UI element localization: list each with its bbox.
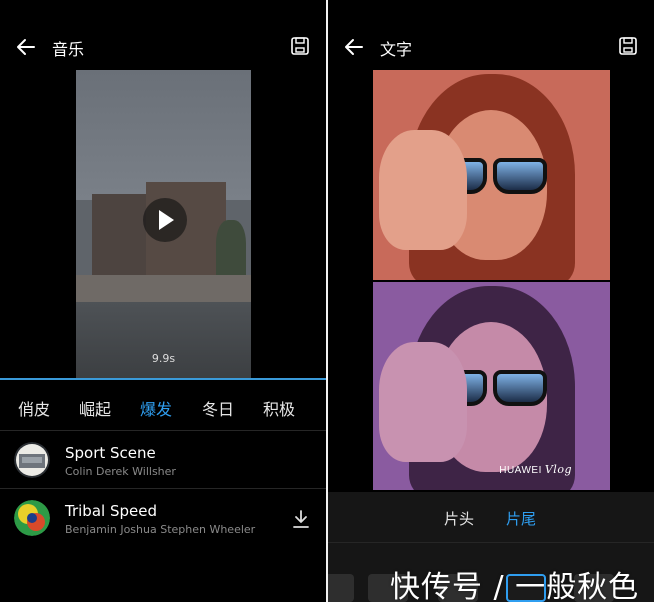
- back-arrow-icon[interactable]: [342, 35, 366, 59]
- track-artist: Colin Derek Willsher: [65, 465, 176, 478]
- track-cover: [14, 500, 50, 536]
- download-icon[interactable]: [290, 508, 312, 530]
- divider: [328, 542, 654, 543]
- photo-sunglasses: [493, 370, 547, 406]
- preview-sky: [76, 70, 251, 200]
- back-arrow-icon[interactable]: [14, 35, 38, 59]
- category-tab[interactable]: 冬日: [202, 396, 234, 420]
- page-title: 音乐: [52, 40, 85, 59]
- category-tab[interactable]: 积极: [263, 396, 295, 420]
- music-header: 音乐: [0, 30, 326, 64]
- save-icon[interactable]: [618, 36, 638, 56]
- track-title: Tribal Speed: [65, 502, 157, 520]
- tab-ending[interactable]: 片尾: [506, 508, 536, 529]
- preview-blur-area: [76, 302, 251, 378]
- source-watermark: 快传号 / 一般秋色: [390, 570, 640, 602]
- tab-opening[interactable]: 片头: [444, 508, 474, 529]
- music-category-tabs: 俏皮 崛起 爆发 冬日 积极: [0, 390, 326, 424]
- page-title: 文字: [380, 40, 413, 59]
- track-cover: [14, 442, 50, 478]
- divider: [0, 430, 326, 431]
- video-preview[interactable]: [76, 70, 251, 378]
- text-screen: 文字 HUAWEI Vlog 片头 片尾: [328, 0, 654, 602]
- music-list-item[interactable]: Tribal Speed Benjamin Joshua Stephen Whe…: [0, 490, 326, 546]
- category-tab[interactable]: 崛起: [79, 396, 111, 420]
- category-tab-active[interactable]: 爆发: [140, 396, 172, 420]
- preview-plaza: [76, 275, 251, 305]
- photo-hand: [379, 342, 467, 462]
- preview-building: [92, 194, 150, 280]
- play-icon: [159, 210, 174, 230]
- clip-duration: 9.9s: [151, 352, 176, 365]
- photo-hand: [379, 130, 467, 250]
- save-icon[interactable]: [290, 36, 310, 56]
- text-header: 文字: [328, 30, 654, 64]
- category-tab[interactable]: 俏皮: [18, 396, 50, 420]
- vlog-watermark: HUAWEI Vlog: [499, 463, 572, 476]
- divider: [0, 488, 326, 489]
- preview-tree: [216, 220, 246, 278]
- preview-photo-top[interactable]: [373, 70, 610, 280]
- music-list-item[interactable]: Sport Scene Colin Derek Willsher: [0, 432, 326, 488]
- track-title: Sport Scene: [65, 444, 156, 462]
- track-artist: Benjamin Joshua Stephen Wheeler: [65, 523, 256, 536]
- music-screen: 音乐 9.9s 俏皮 崛起 爆发 冬日 积极 Sport Scene Colin…: [0, 0, 326, 602]
- photo-sunglasses: [493, 158, 547, 194]
- timeline-line: [0, 378, 326, 380]
- preview-photo-bottom[interactable]: HUAWEI Vlog: [373, 282, 610, 490]
- template-thumbnail[interactable]: [328, 574, 354, 602]
- play-button[interactable]: [143, 198, 187, 242]
